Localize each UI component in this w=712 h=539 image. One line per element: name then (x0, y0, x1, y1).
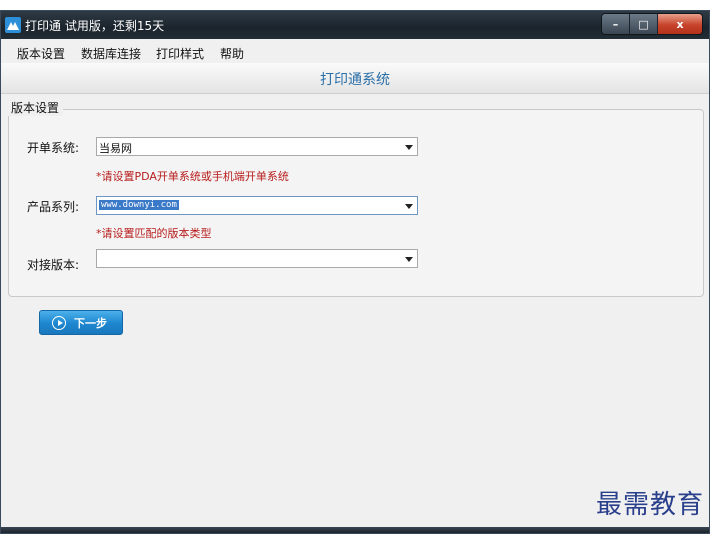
window-controls: – □ x (601, 13, 703, 35)
minimize-icon: – (612, 17, 619, 31)
maximize-icon: □ (638, 17, 649, 31)
close-icon: x (676, 17, 684, 31)
title-bar[interactable]: 打印通 试用版，还剩15天 – □ x (1, 11, 709, 39)
next-step-label: 下一步 (74, 316, 107, 330)
chevron-down-icon[interactable] (405, 204, 413, 209)
app-window: 打印通 试用版，还剩15天 – □ x 版本设置 数据库连接 打印样式 帮助 打… (0, 10, 710, 534)
chevron-down-icon[interactable] (405, 257, 413, 262)
play-circle-icon (52, 315, 66, 330)
maximize-button[interactable]: □ (630, 14, 658, 34)
app-logo-icon (5, 17, 21, 33)
order-system-value: 当易网 (99, 142, 132, 155)
product-series-label: 产品系列: (27, 200, 80, 214)
minimize-button[interactable]: – (602, 14, 630, 34)
order-system-select[interactable]: 当易网 (96, 137, 418, 156)
docking-version-select[interactable] (96, 249, 418, 268)
watermark-text: 最需教育 (595, 490, 704, 520)
menu-item-version-settings[interactable]: 版本设置 (17, 45, 65, 62)
product-series-select[interactable]: www.downyi.com (96, 196, 418, 215)
close-button[interactable]: x (658, 14, 702, 34)
order-system-hint: *请设置PDA开单系统或手机端开单系统 (96, 170, 289, 183)
page-title: 打印通系统 (320, 72, 390, 88)
header-band: 打印通系统 (1, 63, 709, 94)
menu-item-help[interactable]: 帮助 (220, 45, 244, 62)
order-system-label: 开单系统: (27, 141, 80, 155)
next-step-button[interactable]: 下一步 (39, 310, 123, 335)
menu-item-database-connection[interactable]: 数据库连接 (81, 45, 141, 62)
menu-bar: 版本设置 数据库连接 打印样式 帮助 (1, 39, 709, 63)
chevron-down-icon[interactable] (405, 145, 413, 150)
window-bottom-border (1, 527, 709, 533)
product-series-hint: *请设置匹配的版本类型 (96, 227, 212, 240)
window-title: 打印通 试用版，还剩15天 (25, 19, 165, 33)
menu-item-print-style[interactable]: 打印样式 (156, 45, 204, 62)
docking-version-label: 对接版本: (27, 258, 80, 272)
product-series-value: www.downyi.com (99, 200, 179, 210)
group-title: 版本设置 (7, 99, 64, 116)
